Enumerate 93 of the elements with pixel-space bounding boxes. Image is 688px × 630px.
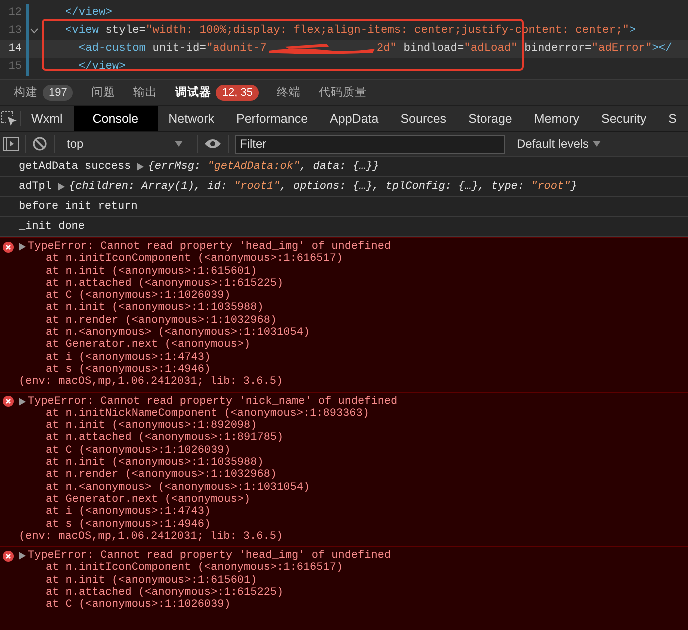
code-token: bindload [402,43,458,55]
dropdown-arrow-icon [175,141,183,147]
devtools-tab[interactable]: Security [590,106,658,131]
expand-triangle-icon[interactable] [19,398,26,406]
stack-frame: at n.initNickNameComponent (<anonymous>:1:893363) [3,408,688,420]
error-icon [3,396,14,408]
stack-frame: at n.render (<anonymous>:1:1032968) [3,314,688,328]
code-token: ></ [652,43,672,55]
panel-tab[interactable]: 代码质量 [318,85,367,100]
expand-triangle-icon[interactable] [137,162,144,170]
context-select[interactable]: top [61,136,191,152]
error-message: TypeError: Cannot read property 'head_img' of undefined [28,550,392,562]
stack-frame: at n.attached (<anonymous>:1:891785) [3,432,688,445]
stack-frame: at Generator.next (<anonymous>) [3,339,688,352]
devtools-tab[interactable]: Network [158,106,226,131]
stack-frame: at n.<anonymous> (<anonymous>:1:1031054) [3,482,688,494]
env-info: (env: macOS,mp,1.06.2412031; lib: 3.6.5) [18,376,284,389]
error-message: TypeError: Cannot read property 'head_img' of undefined [28,241,392,253]
sidebar-toggle-icon[interactable] [3,137,19,151]
code-token: "adError" [592,43,652,55]
stack-frame: at s (<anonymous>:1:4946) [3,518,688,531]
code-token: "adLoad" [464,43,518,55]
log-message: adTpl [19,180,52,192]
stack-frame: at n.render (<anonymous>:1:1032968) [3,469,688,482]
count-badge: 12, 35 [216,84,259,100]
stack-frame: at n.initIconComponent (<anonymous>:1:616517) [3,562,688,575]
stack-frame: at n.init (<anonymous>:1:615601) [3,266,688,278]
code-token: </view> [78,61,126,73]
stack-frame: at C (<anonymous>:1:1026039) [3,290,688,302]
code-token: = [139,25,146,37]
clear-console-icon[interactable] [32,136,48,152]
line-number: 13 [8,25,22,37]
stack-frame: at n.init (<anonymous>:1:1035988) [3,457,688,470]
devtools-tab[interactable]: Wxml [20,106,74,131]
devtools-tab[interactable]: S [658,106,688,131]
inspect-icon[interactable] [0,110,19,126]
expand-triangle-icon[interactable] [19,552,26,560]
object-preview: {children: Array(1), id: "root1", options: {…}, tplConfig: {…}, type: "root"} [69,180,578,192]
code-token: binderror [524,43,586,55]
code-token: <ad-custom [78,43,146,55]
panel-tab[interactable]: 输出 [133,85,158,100]
line-number: 15 [8,61,22,73]
code-token: = [585,43,592,55]
fold-chevron-icon[interactable] [30,28,39,34]
stack-frame: at n.init (<anonymous>:1:1035988) [3,302,688,315]
stack-frame: at C (<anonymous>:1:1026039) [3,444,688,458]
devtools-tab[interactable]: Memory [523,106,590,131]
panel-tab[interactable]: 终端 [276,85,301,100]
stack-frame: at n.initIconComponent (<anonymous>:1:616517) [3,253,688,266]
stack-frame: at i (<anonymous>:1:4743) [3,352,688,364]
error-message: TypeError: Cannot read property 'nick_name' of undefined [28,396,398,408]
log-message: getAdData success [19,160,132,172]
log-message: before init return [19,200,138,212]
error-icon [3,550,14,562]
code-token: <view [64,25,99,37]
error-icon [3,242,14,253]
line-number: 12 [8,7,22,19]
eye-icon[interactable] [204,138,222,150]
panel-tab[interactable]: 调试器 12, 35 [175,84,259,100]
code-token: style [104,25,140,37]
stack-frame: at Generator.next (<anonymous>) [3,494,688,506]
stack-frame: at C (<anonymous>:1:1026039) [3,599,688,612]
levels-dropdown[interactable]: Default levels [511,136,608,152]
code-token: 2d" [376,43,398,55]
stack-frame: at s (<anonymous>:1:4946) [3,364,688,376]
devtools-tab[interactable]: Performance [225,106,320,131]
object-preview: {errMsg: "getAdData:ok", data: {…}} [148,160,380,172]
expand-triangle-icon[interactable] [19,243,26,252]
panel-tab[interactable]: 构建 197 [14,84,74,100]
dropdown-arrow-icon [593,141,602,147]
filter-field[interactable]: Filter [235,134,505,154]
line-number: 14 [8,43,22,55]
devtools-tab[interactable]: Console [74,106,158,131]
stack-frame: at n.attached (<anonymous>:1:615225) [3,278,688,290]
devtools-tab[interactable]: AppData [319,106,390,131]
devtools-tab[interactable]: Sources [390,106,458,131]
stack-frame: at n.init (<anonymous>:1:615601) [3,574,688,588]
code-token: = [200,43,206,55]
env-info: (env: macOS,mp,1.06.2412031; lib: 3.6.5) [18,530,284,544]
code-token: unit-id [152,43,200,55]
stack-frame: at i (<anonymous>:1:4743) [3,506,688,519]
stack-frame: at n.<anonymous> (<anonymous>:1:1031054) [3,327,688,340]
code-token: = [457,43,464,55]
stack-frame: at n.init (<anonymous>:1:892098) [3,420,688,432]
devtools-tab[interactable]: Storage [458,106,524,131]
count-badge: 197 [43,84,74,100]
log-message: _init done [19,220,86,232]
code-token: "adunit-7 [206,43,267,55]
expand-triangle-icon[interactable] [58,182,66,190]
code-token: </view> [64,7,112,19]
code-token: > [629,25,636,37]
stack-frame: at n.attached (<anonymous>:1:615225) [3,587,688,600]
panel-tab[interactable]: 问题 [91,85,116,100]
